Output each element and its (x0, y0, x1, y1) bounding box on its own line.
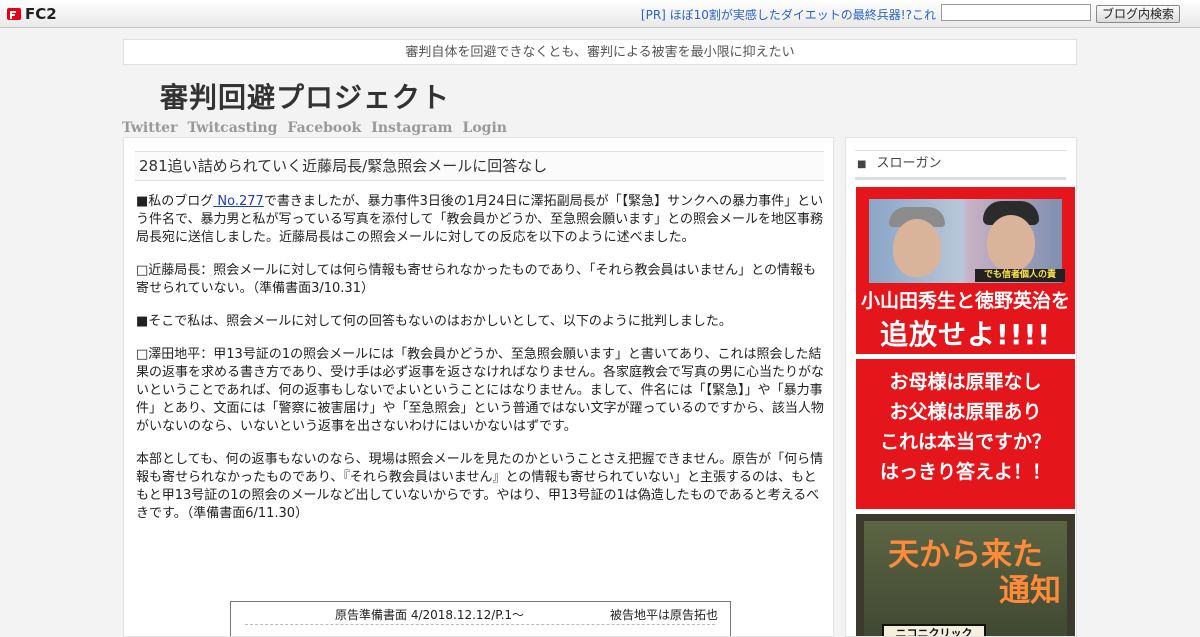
banner-caption: でも信者個人の責 (975, 269, 1065, 282)
sidebar-heading-label: スローガン (876, 156, 942, 171)
sidebar-divider (855, 178, 1066, 180)
slogan-banner-book[interactable]: 天から来た 通知 ニコニクリック (856, 514, 1075, 636)
post-paragraph: ■私のブログ No.277で書きましたが、暴力事件3日後の1月24日に澤拓副局長… (136, 193, 824, 247)
banner-names-text: 小山田秀生と徳野英治を (860, 290, 1070, 312)
document-image: 原告準備書面 4/2018.12.12/P.1～ 被告地平は原告拓也 (230, 601, 731, 636)
blog-search-input[interactable] (941, 4, 1091, 21)
slogan-banner-original-sin[interactable]: お母様は原罪なし お父様は原罪あり これは本当ですか？ はっきり答えよ！！ (856, 359, 1075, 509)
nav-instagram-link[interactable]: Instagram (371, 120, 452, 136)
nav-twitcasting-link[interactable]: Twitcasting (187, 120, 277, 136)
square-bullet-icon: ■ (857, 159, 867, 170)
fc2-logo[interactable]: FC2 (6, 4, 57, 23)
post-paragraph: 本部としても、何の返事もないのなら、現場は照会メールを見たのかということさえ把握… (136, 452, 824, 521)
slogan-banner-expel[interactable]: でも信者個人の責 小山田秀生と徳野英治を 追放せよ!!!! (856, 187, 1075, 354)
book-title-line2: 通知 (999, 573, 1061, 609)
post-title[interactable]: 281追い詰められていく近藤局長/緊急照会メールに回答なし (135, 151, 824, 181)
fc2-header-bar: FC2 [PR] ほぼ10割が実感したダイエットの最終兵器!?これ ブログ内検索 (0, 0, 1200, 28)
document-divider (245, 624, 715, 633)
post-paragraph: ■そこで私は、照会メールに対して何の回答もないのはおかしいとして、以下のように批… (136, 314, 732, 329)
face-left (893, 219, 941, 277)
sidebar: ■ スローガン でも信者個人の責 小山田秀生と徳野英治を 追放せよ!!!! お母様… (845, 137, 1077, 637)
blog-post-link[interactable]: No.277 (213, 194, 263, 209)
banner-expel-text: 追放せよ!!!! (879, 318, 1052, 351)
face-right (987, 215, 1035, 271)
post-text: ■私のブログ (136, 194, 214, 209)
banner-line: はっきり答えよ！！ (879, 461, 1051, 483)
blog-tagline: 審判自体を回避できなくとも、審判による被害を最小限に抑えたい (123, 39, 1077, 65)
banner-line: お父様は原罪あり (889, 401, 1042, 423)
blog-search-button[interactable]: ブログ内検索 (1096, 5, 1180, 23)
book-label-box: ニコニクリック (882, 624, 986, 636)
nav-facebook-link[interactable]: Facebook (287, 120, 361, 136)
post-paragraph: □近藤局長：照会メールに対しては何ら情報も寄せられなかったものであり、「それら教… (136, 263, 816, 296)
blog-title[interactable]: 審判回避プロジェクト (160, 76, 450, 116)
nav-login-link[interactable]: Login (462, 120, 506, 136)
nav-twitter-link[interactable]: Twitter (122, 120, 177, 136)
sidebar-heading: ■ スローガン (855, 150, 1066, 178)
main-content: 281追い詰められていく近藤局長/緊急照会メールに回答なし ■私のブログ No.… (123, 137, 834, 637)
pr-ad-link[interactable]: [PR] ほぼ10割が実感したダイエットの最終兵器!?これ (641, 6, 936, 23)
banner-line: お母様は原罪なし (889, 371, 1042, 393)
banner-photo: でも信者個人の責 (869, 199, 1065, 283)
document-header-text: 原告準備書面 4/2018.12.12/P.1～ (335, 608, 525, 622)
fc2-logo-icon (6, 6, 22, 22)
banner-line: これは本当ですか？ (879, 431, 1051, 453)
post-body: ■私のブログ No.277で書きましたが、暴力事件3日後の1月24日に澤拓副局長… (136, 193, 824, 538)
blog-nav: Twitter Twitcasting Facebook Instagram L… (122, 120, 507, 136)
book-title-line1: 天から来た (888, 537, 1043, 573)
fc2-logo-text: FC2 (25, 4, 57, 23)
post-paragraph: □澤田地平：甲13号証の1の照会メールには「教会員かどうか、至急照会願います」と… (136, 347, 824, 434)
document-right-text: 被告地平は原告拓也 (609, 608, 718, 622)
